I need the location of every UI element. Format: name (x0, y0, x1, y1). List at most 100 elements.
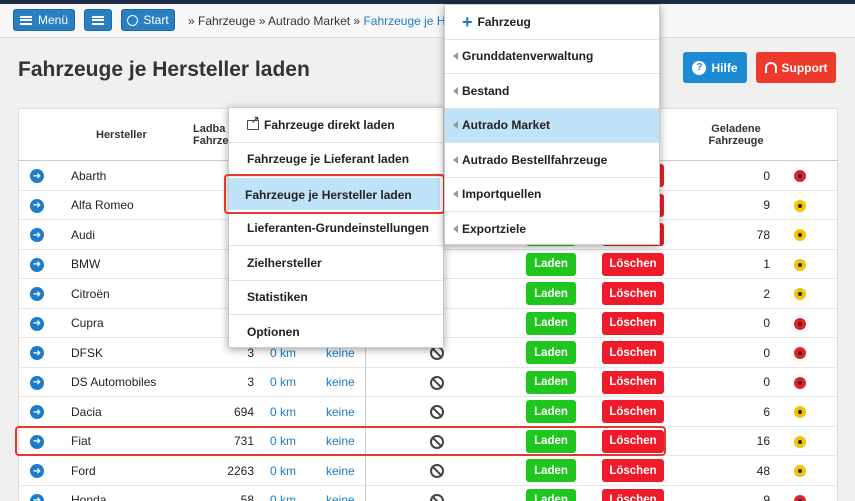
menu-item-optionen[interactable]: Optionen (229, 315, 443, 350)
menu-item-bestand[interactable]: Bestand (445, 74, 659, 109)
delete-button[interactable]: Löschen (602, 311, 664, 335)
arrow-right-icon[interactable]: ➜ (30, 169, 44, 183)
status-indicator-icon (794, 406, 806, 418)
menu-item-lieferanten-grundeinstellungen[interactable]: Lieferanten-Grundeinstellungen (229, 212, 443, 246)
delete-button[interactable]: Löschen (602, 488, 664, 501)
manufacturer-name: Cupra (71, 316, 104, 330)
menu-item-label: Zielhersteller (247, 255, 322, 270)
load-button[interactable]: Laden (526, 252, 576, 276)
plus-icon: + (462, 11, 473, 32)
loaded-count: 48 (756, 463, 770, 478)
header-ladbar: Ladba Fahrze (193, 123, 229, 147)
manufacturer-name: Abarth (71, 168, 107, 183)
header-geladen: Geladene Fahrzeuge (708, 123, 764, 147)
vehicle-count: 58 (240, 493, 254, 501)
menu-item-label-selected: Fahrzeuge je Hersteller laden (245, 188, 412, 202)
vehicle-load-menu: Fahrzeuge direkt laden Fahrzeuge je Lief… (228, 107, 444, 348)
loaded-count: 0 (763, 345, 770, 360)
filter-link[interactable]: keine (326, 397, 355, 426)
menu-item-exportziele[interactable]: Exportziele (445, 212, 659, 247)
loaded-count: 9 (763, 493, 770, 501)
arrow-right-icon[interactable]: ➜ (30, 228, 44, 242)
support-button[interactable]: Support (756, 52, 836, 83)
caret-left-icon (453, 52, 458, 61)
menu-item-importquellen[interactable]: Importquellen (445, 178, 659, 212)
filter-link[interactable]: keine (326, 456, 355, 485)
distance-link[interactable]: 0 km (270, 397, 296, 426)
distance-link[interactable]: 0 km (270, 456, 296, 485)
menu-item-fahrzeug[interactable]: + Fahrzeug (445, 5, 659, 40)
arrow-right-icon[interactable]: ➜ (30, 346, 44, 360)
menu-item-label: Fahrzeug (477, 14, 531, 29)
manufacturer-name: BMW (71, 257, 101, 271)
loaded-count: 6 (763, 404, 770, 419)
delete-button[interactable]: Löschen (602, 459, 664, 482)
menu-item-label: Autrado Bestellfahrzeuge (462, 152, 608, 167)
menu-item-statistiken[interactable]: Statistiken (229, 281, 443, 315)
menu-item-autrado-market[interactable]: Autrado Market (445, 108, 659, 143)
loaded-count: 9 (763, 198, 770, 212)
menu-item-direkt-laden[interactable]: Fahrzeuge direkt laden (229, 108, 443, 143)
arrow-right-icon[interactable]: ➜ (30, 316, 44, 331)
arrow-right-icon[interactable]: ➜ (30, 287, 44, 301)
selected-menu-highlight[interactable]: Fahrzeuge je Hersteller laden (224, 174, 445, 214)
delete-button[interactable]: Löschen (602, 282, 664, 305)
menu-item-autrado-bestellfahrzeuge[interactable]: Autrado Bestellfahrzeuge (445, 143, 659, 178)
menu-button[interactable]: Menü (13, 9, 75, 31)
headset-icon (764, 62, 777, 73)
status-indicator-icon (794, 376, 806, 389)
list-button[interactable] (84, 9, 112, 31)
load-button[interactable]: Laden (526, 370, 576, 394)
manufacturer-name: Alfa Romeo (71, 198, 134, 212)
status-indicator-icon (794, 170, 806, 182)
delete-button[interactable]: Löschen (602, 252, 664, 276)
manufacturer-name: Dacia (71, 404, 102, 419)
status-indicator-icon (794, 347, 806, 359)
table-row: ➜ DS Automobiles 3 0 km keine Laden Löschen 0 (18, 368, 838, 397)
menu-item-label: Optionen (247, 325, 300, 340)
menu-item-zielhersteller[interactable]: Zielhersteller (229, 246, 443, 281)
distance-link[interactable]: 0 km (270, 486, 296, 501)
loaded-count: 2 (763, 286, 770, 301)
dashboard-icon (127, 14, 139, 26)
arrow-right-icon[interactable]: ➜ (30, 375, 44, 390)
table-row: ➜ Ford 2263 0 km keine Laden Löschen 48 (18, 456, 838, 486)
delete-button[interactable]: Löschen (602, 400, 664, 423)
delete-button[interactable]: Löschen (602, 370, 664, 394)
manufacturer-name: Audi (71, 227, 96, 242)
manufacturer-name: DS Automobiles (71, 375, 157, 389)
caret-left-icon (453, 225, 458, 234)
table-row: ➜ Dacia 694 0 km keine Laden Löschen 6 (18, 397, 838, 427)
load-button[interactable]: Laden (526, 400, 576, 423)
header-hersteller: Hersteller (96, 129, 147, 141)
menu-item-grunddatenverwaltung[interactable]: Grunddatenverwaltung (445, 40, 659, 74)
help-button-label: Hilfe (711, 60, 738, 75)
help-button[interactable]: ? Hilfe (683, 52, 747, 83)
delete-button[interactable]: Löschen (602, 341, 664, 364)
menu-item-label: Fahrzeuge direkt laden (264, 117, 395, 132)
fiat-row-highlight (15, 426, 666, 456)
filter-link[interactable]: keine (326, 486, 355, 501)
arrow-right-icon[interactable]: ➜ (30, 464, 44, 478)
status-indicator-icon (794, 435, 806, 448)
arrow-right-icon[interactable]: ➜ (30, 493, 44, 501)
load-button[interactable]: Laden (526, 341, 576, 364)
load-button[interactable]: Laden (526, 311, 576, 335)
caret-left-icon (453, 86, 458, 95)
menu-item-label: Importquellen (462, 187, 542, 202)
arrow-right-icon[interactable]: ➜ (30, 405, 44, 419)
status-indicator-icon (794, 317, 806, 330)
menu-item-lieferant-laden[interactable]: Fahrzeuge je Lieferant laden (229, 143, 443, 177)
filter-link[interactable]: keine (326, 368, 355, 397)
vehicle-count: 3 (247, 375, 254, 389)
load-button[interactable]: Laden (526, 459, 576, 482)
start-button[interactable]: Start (121, 9, 175, 31)
status-indicator-icon (794, 494, 806, 501)
arrow-right-icon[interactable]: ➜ (30, 198, 44, 213)
distance-link[interactable]: 0 km (270, 368, 296, 397)
external-link-icon (247, 115, 259, 130)
load-button[interactable]: Laden (526, 282, 576, 305)
load-button[interactable]: Laden (526, 488, 576, 501)
disabled-icon (430, 405, 444, 419)
arrow-right-icon[interactable]: ➜ (30, 257, 44, 272)
